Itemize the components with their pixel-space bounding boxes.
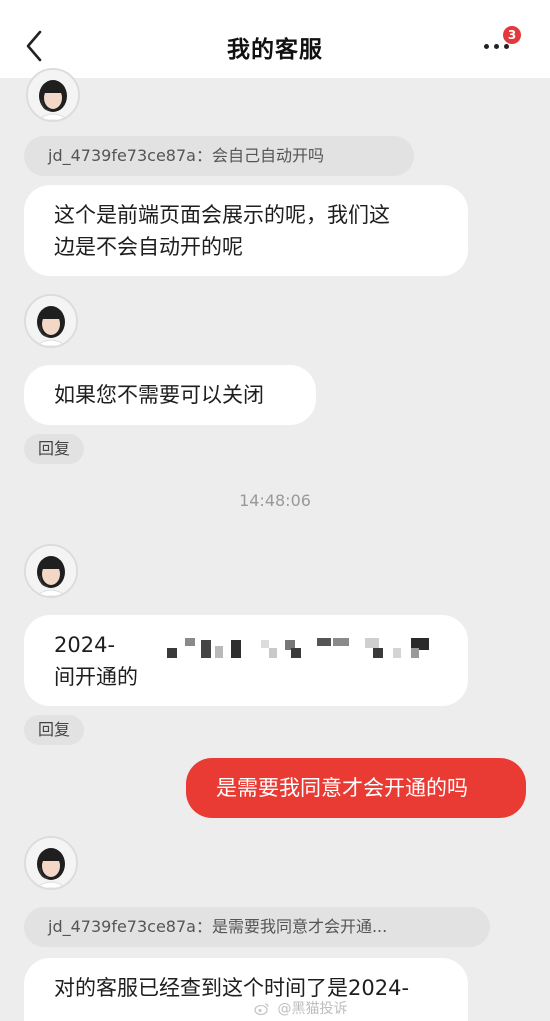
agent-avatar[interactable] — [26, 68, 80, 122]
weibo-icon — [254, 1003, 269, 1016]
agent-avatar[interactable] — [24, 294, 78, 348]
agent-avatar-icon — [28, 70, 78, 120]
agent-message-bubble: 如果您不需要可以关闭 — [24, 365, 316, 425]
agent-avatar-icon — [26, 838, 76, 888]
user-message-bubble: 是需要我同意才会开通的吗 — [186, 758, 526, 818]
agent-message-bubble: 这个是前端页面会展示的呢，我们这 边是不会自动开的呢 — [24, 185, 468, 276]
more-dots-icon — [484, 44, 509, 49]
reply-button[interactable]: 回复 — [24, 434, 85, 464]
message-line: 这个是前端页面会展示的呢，我们这 — [54, 203, 390, 227]
notification-badge: 3 — [503, 26, 521, 44]
more-options-button[interactable]: 3 — [480, 26, 524, 64]
quoted-message: jd_4739fe73ce87a：是需要我同意才会开通... — [24, 907, 490, 947]
top-navigation-bar: 我的客服 3 — [0, 0, 550, 78]
page-title: 我的客服 — [227, 37, 323, 63]
reply-button[interactable]: 回复 — [24, 715, 85, 745]
agent-message-bubble: 对的客服已经查到这个时间了是2024- — [24, 958, 468, 1021]
agent-avatar-icon — [26, 296, 76, 346]
watermark-text: @黑猫投诉 — [277, 1001, 348, 1017]
agent-avatar[interactable] — [24, 544, 78, 598]
watermark: @黑猫投诉 — [254, 998, 347, 1018]
message-line: 边是不会自动开的呢 — [54, 235, 243, 259]
quoted-message: jd_4739fe73ce87a：会自己自动开吗 — [24, 136, 414, 176]
timestamp: 14:48:06 — [239, 491, 311, 510]
message-line: 间开通的 — [54, 665, 138, 689]
agent-avatar[interactable] — [24, 836, 78, 890]
redacted-mosaic — [167, 638, 429, 658]
agent-avatar-icon — [26, 546, 76, 596]
